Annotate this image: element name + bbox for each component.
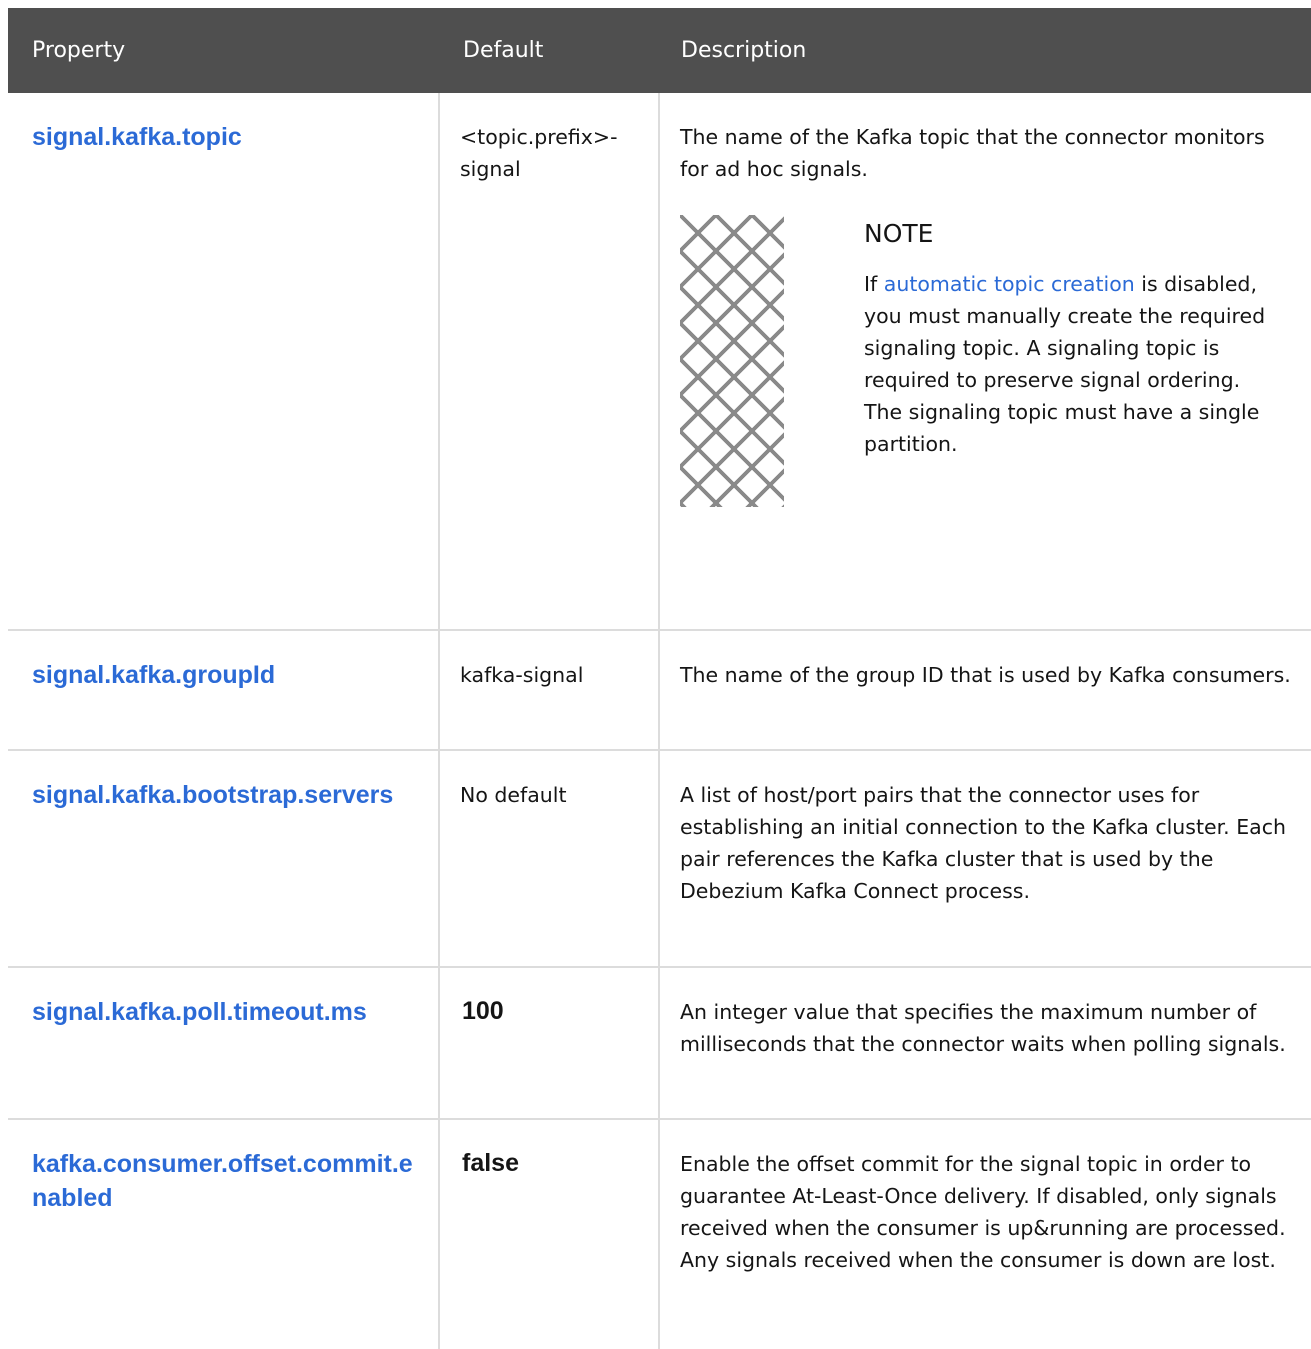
property-cell: signal.kafka.bootstrap.servers	[8, 750, 439, 968]
header-default: Default	[439, 8, 659, 93]
automatic-topic-creation-link[interactable]: automatic topic creation	[884, 272, 1135, 296]
default-value: No default	[460, 783, 567, 807]
note-text-before: If	[864, 272, 884, 296]
description-cell: The name of the group ID that is used by…	[659, 630, 1311, 751]
description-cell: The name of the Kafka topic that the con…	[659, 93, 1311, 631]
description-text: Enable the offset commit for the signal …	[680, 1152, 1286, 1272]
description-text: An integer value that specifies the maxi…	[680, 1000, 1286, 1056]
property-cell: kafka.consumer.offset.commit.enabled	[8, 1119, 439, 1349]
property-link-signal-kafka-poll-timeout-ms[interactable]: signal.kafka.poll.timeout.ms	[8, 968, 438, 1029]
table-header-row: Property Default Description	[8, 8, 1311, 93]
default-value: false	[462, 1149, 519, 1177]
default-cell: No default	[438, 750, 660, 968]
property-cell: signal.kafka.topic	[8, 93, 439, 631]
property-cell: signal.kafka.poll.timeout.ms	[8, 967, 439, 1120]
property-cell: signal.kafka.groupId	[8, 630, 439, 751]
header-property: Property	[8, 8, 439, 93]
default-value: kafka-signal	[460, 663, 584, 687]
default-cell: kafka-signal	[438, 630, 660, 751]
note-body: NOTE If automatic topic creation is disa…	[864, 215, 1284, 460]
default-value: <topic.prefix>-signal	[460, 125, 618, 181]
note-paragraph: If automatic topic creation is disabled,…	[864, 268, 1284, 460]
property-link-signal-kafka-groupid[interactable]: signal.kafka.groupId	[8, 631, 438, 692]
note-pattern-icon	[680, 215, 784, 507]
table-row: signal.kafka.bootstrap.servers No defaul…	[8, 750, 1311, 968]
property-link-kafka-consumer-offset-commit-enabled[interactable]: kafka.consumer.offset.commit.enabled	[8, 1120, 438, 1215]
note-admonition: NOTE If automatic topic creation is disa…	[680, 215, 1311, 507]
property-link-signal-kafka-topic[interactable]: signal.kafka.topic	[8, 93, 438, 154]
description-cell: Enable the offset commit for the signal …	[659, 1119, 1311, 1349]
description-cell: An integer value that specifies the maxi…	[659, 967, 1311, 1120]
description-cell: A list of host/port pairs that the conne…	[659, 750, 1311, 968]
default-cell: <topic.prefix>-signal	[438, 93, 660, 631]
description-text: The name of the group ID that is used by…	[680, 663, 1291, 687]
default-cell: false	[438, 1119, 660, 1349]
default-cell: 100	[438, 967, 660, 1120]
table-row: signal.kafka.poll.timeout.ms 100 An inte…	[8, 967, 1311, 1120]
description-text: The name of the Kafka topic that the con…	[680, 125, 1265, 181]
properties-table: Property Default Description signal.kafk…	[8, 8, 1311, 1349]
description-text: A list of host/port pairs that the conne…	[680, 783, 1286, 903]
property-link-signal-kafka-bootstrap-servers[interactable]: signal.kafka.bootstrap.servers	[8, 751, 438, 812]
table-row: signal.kafka.groupId kafka-signal The na…	[8, 630, 1311, 751]
note-text-after: is disabled, you must manually create th…	[864, 272, 1266, 456]
table-row: signal.kafka.topic <topic.prefix>-signal…	[8, 93, 1311, 631]
default-value: 100	[462, 997, 504, 1025]
header-description: Description	[659, 8, 1311, 93]
table-row: kafka.consumer.offset.commit.enabled fal…	[8, 1119, 1311, 1349]
note-title: NOTE	[864, 219, 934, 248]
